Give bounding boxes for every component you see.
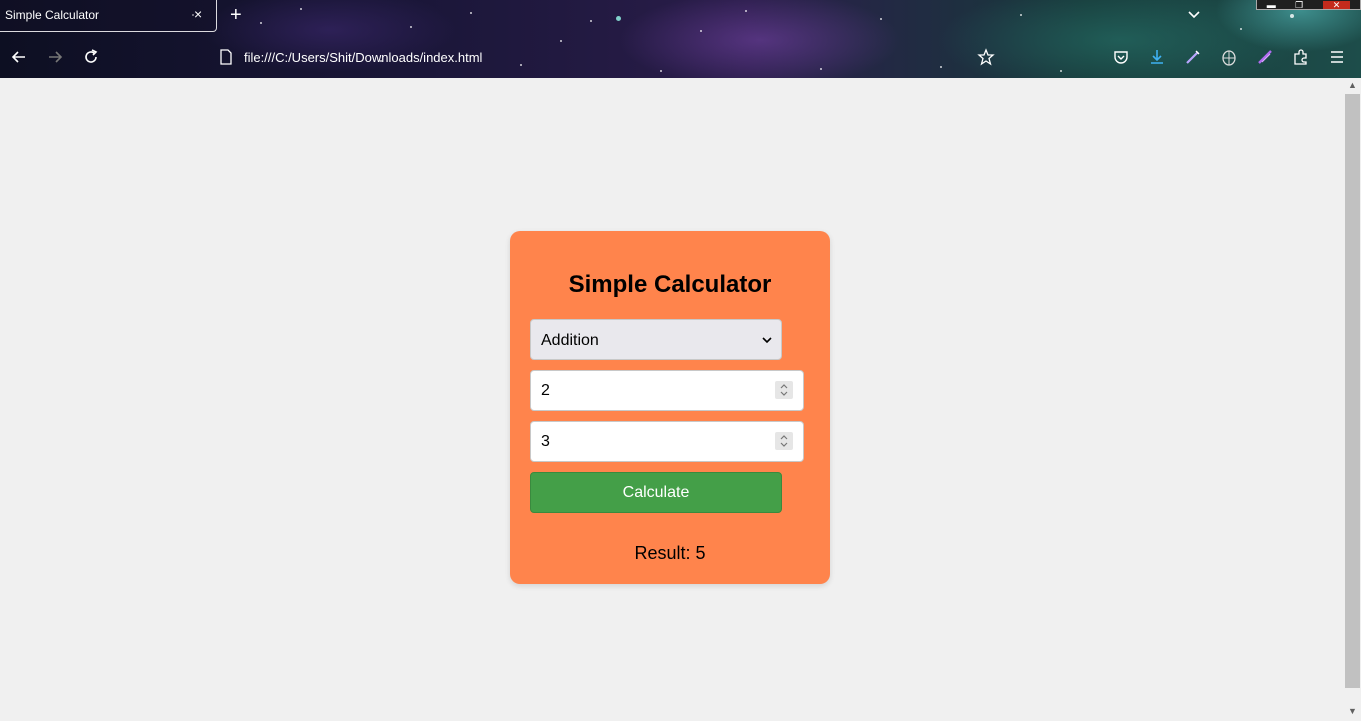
extension-globe-icon[interactable]	[1220, 48, 1238, 66]
puzzle-icon[interactable]	[1292, 48, 1310, 66]
number-stepper-icon[interactable]	[775, 381, 793, 399]
download-icon[interactable]	[1148, 48, 1166, 66]
tab-title: Simple Calculator	[5, 8, 100, 22]
forward-arrow-icon[interactable]	[46, 48, 64, 66]
reload-icon[interactable]	[82, 48, 100, 66]
chevron-down-icon	[762, 337, 772, 344]
operation-selected-value: Addition	[541, 332, 599, 349]
minimize-icon[interactable]: ▬	[1267, 0, 1276, 9]
back-arrow-icon[interactable]	[10, 48, 28, 66]
extension-feather-icon[interactable]	[1256, 48, 1274, 66]
url-bar-text[interactable]: file:///C:/Users/Shit/Downloads/index.ht…	[244, 50, 482, 65]
restore-icon[interactable]: ❐	[1295, 0, 1303, 9]
window-controls: ▬ ❐ ✕	[1256, 0, 1361, 10]
close-window-icon[interactable]: ✕	[1322, 0, 1351, 9]
page-icon[interactable]	[219, 49, 233, 65]
browser-tab-active[interactable]: Simple Calculator ×	[0, 0, 217, 32]
star-icon[interactable]	[977, 48, 995, 66]
scrollbar-thumb[interactable]	[1345, 94, 1360, 688]
second-number-input[interactable]: 3	[530, 421, 804, 462]
extension-pen-icon[interactable]	[1184, 48, 1202, 66]
calculate-button[interactable]: Calculate	[530, 472, 782, 513]
second-number-value: 3	[541, 433, 550, 450]
calculator-card: Simple Calculator Addition 2 3 Calculate…	[510, 231, 830, 584]
first-number-input[interactable]: 2	[530, 370, 804, 411]
result-text: Result: 5	[634, 543, 706, 563]
list-all-tabs-icon[interactable]	[1186, 6, 1202, 22]
first-number-value: 2	[541, 382, 550, 399]
pocket-icon[interactable]	[1112, 48, 1130, 66]
scroll-down-icon[interactable]: ▼	[1348, 706, 1357, 716]
scroll-up-icon[interactable]: ▲	[1348, 80, 1357, 90]
vertical-scrollbar[interactable]: ▲ ▼	[1344, 78, 1361, 721]
number-stepper-icon[interactable]	[775, 432, 793, 450]
new-tab-button[interactable]: +	[230, 4, 242, 26]
browser-chrome: Simple Calculator × + ▬ ❐ ✕ file:///C:/U…	[0, 0, 1361, 78]
operation-select[interactable]: Addition	[530, 319, 782, 360]
tab-close-icon[interactable]: ×	[194, 6, 202, 22]
hamburger-menu-icon[interactable]	[1328, 48, 1346, 66]
calculator-title: Simple Calculator	[568, 271, 772, 298]
